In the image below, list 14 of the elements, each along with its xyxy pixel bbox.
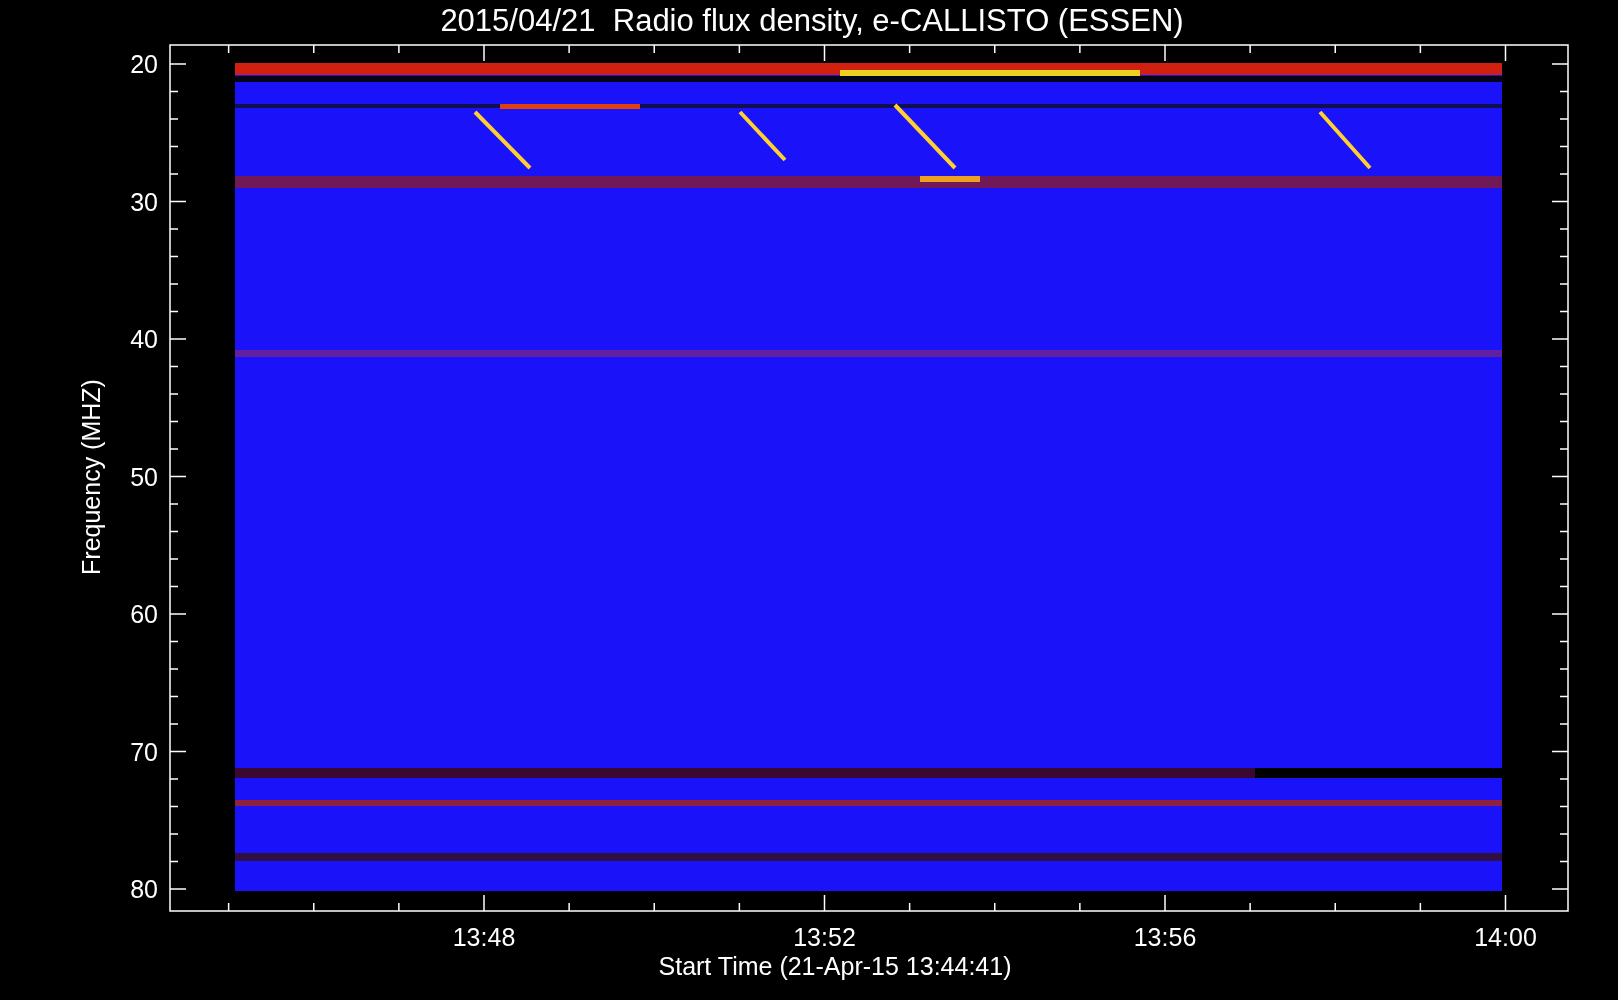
axis-label: Start Time (21-Apr-15 13:44:41) <box>658 952 1012 980</box>
tick-label: 14:00 <box>1474 923 1537 951</box>
tick-label: 70 <box>130 737 158 766</box>
tick-label: 13:48 <box>452 923 516 951</box>
tick-label: 40 <box>130 325 158 353</box>
axis-label: Frequency (MHZ) <box>77 379 105 575</box>
tick-label: 20 <box>130 50 158 78</box>
chart-title: 2015/04/21 Radio flux density, e-CALLISTO (ESSEN) <box>440 3 1184 38</box>
tick-label: 50 <box>130 462 158 491</box>
tick-label: 13:56 <box>1133 923 1197 951</box>
tick-label: 60 <box>130 600 158 628</box>
tick-label: 13:52 <box>793 923 856 951</box>
tick-label: 30 <box>130 187 158 216</box>
tick-label: 80 <box>130 875 158 903</box>
